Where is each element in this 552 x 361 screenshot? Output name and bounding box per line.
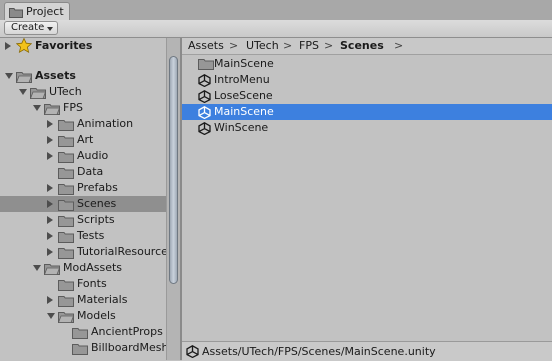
collapse-arrow-icon[interactable] [33, 105, 41, 111]
collapse-arrow-icon[interactable] [33, 265, 41, 271]
file-item-mainscene[interactable]: MainScene [182, 104, 552, 120]
tree-row-utech[interactable]: UTech [0, 84, 166, 100]
expand-arrow-icon[interactable] [5, 42, 11, 50]
status-bar: Assets/UTech/FPS/Scenes/MainScene.unity [182, 341, 552, 361]
unity-scene-icon [186, 345, 199, 361]
folder-icon [72, 343, 88, 358]
tree-label: TutorialResources [77, 245, 166, 258]
tree-row-tutorialresources[interactable]: TutorialResources [0, 244, 166, 260]
folder-icon [9, 7, 23, 21]
tree-row-materials[interactable]: Materials [0, 292, 166, 308]
folder-icon [198, 58, 214, 73]
tree-label: Scenes [77, 197, 117, 210]
tree-scrollbar[interactable] [166, 38, 180, 360]
tree-row-animation[interactable]: Animation [0, 116, 166, 132]
file-list[interactable]: MainScene IntroMenu LoseScene MainScene WinS… [182, 55, 552, 340]
breadcrumb-fps[interactable]: FPS [299, 39, 319, 52]
breadcrumb: Assets > UTech > FPS > Scenes > [182, 38, 552, 55]
tree-row-art[interactable]: Art [0, 132, 166, 148]
tree-label: Tests [77, 229, 105, 242]
breadcrumb-utech[interactable]: UTech [246, 39, 279, 52]
selected-asset-path: Assets/UTech/FPS/Scenes/MainScene.unity [202, 345, 436, 358]
breadcrumb-separator: > [229, 39, 239, 52]
create-button[interactable]: Create [4, 21, 58, 35]
tree-row-favorites[interactable]: Favorites [0, 38, 166, 54]
file-item-losescene[interactable]: LoseScene [182, 88, 552, 104]
tree-label: UTech [49, 85, 82, 98]
breadcrumb-separator: > [324, 39, 334, 52]
expand-arrow-icon[interactable] [47, 120, 53, 128]
breadcrumb-scenes[interactable]: Scenes [340, 39, 384, 52]
tree-label: Animation [77, 117, 134, 130]
unity-scene-icon [198, 122, 211, 138]
tab-label: Project [26, 5, 64, 18]
expand-arrow-icon[interactable] [47, 216, 53, 224]
collapse-arrow-icon[interactable] [47, 313, 55, 319]
tree-row-fonts[interactable]: Fonts [0, 276, 166, 292]
tree-row-data[interactable]: Data [0, 164, 166, 180]
tree-scrollbar-thumb[interactable] [169, 56, 178, 284]
chevron-down-icon [47, 27, 53, 31]
tab-project[interactable]: Project [4, 2, 70, 20]
file-name: WinScene [214, 121, 269, 134]
tree-row-prefabs[interactable]: Prefabs [0, 180, 166, 196]
expand-arrow-icon[interactable] [47, 248, 53, 256]
tree-label: FPS [63, 101, 83, 114]
tree-label: Assets [35, 69, 76, 82]
tree-row-scenes[interactable]: Scenes [0, 196, 166, 212]
tree-label: ModAssets [63, 261, 123, 274]
expand-arrow-icon[interactable] [47, 232, 53, 240]
tree-label: Data [77, 165, 104, 178]
file-name: LoseScene [214, 89, 273, 102]
toolbar: Create [0, 20, 552, 38]
tree-row-models[interactable]: Models [0, 308, 166, 324]
tree-label: Models [77, 309, 116, 322]
breadcrumb-assets[interactable]: Assets [188, 39, 224, 52]
file-item-mainscene[interactable]: MainScene [182, 56, 552, 72]
tree-label: Materials [77, 293, 128, 306]
collapse-arrow-icon[interactable] [19, 89, 27, 95]
expand-arrow-icon[interactable] [47, 184, 53, 192]
star-icon [15, 38, 33, 56]
expand-arrow-icon[interactable] [47, 296, 53, 304]
breadcrumb-separator: > [394, 39, 404, 52]
collapse-arrow-icon[interactable] [5, 73, 13, 79]
expand-arrow-icon[interactable] [47, 136, 53, 144]
tree-label: Audio [77, 149, 109, 162]
tree-label: BillboardMesh [91, 341, 166, 354]
tree-row-assets[interactable]: Assets [0, 68, 166, 84]
tab-strip: Project [0, 0, 552, 21]
tree-label: Prefabs [77, 181, 118, 194]
file-item-intromenu[interactable]: IntroMenu [182, 72, 552, 88]
file-name: MainScene [214, 105, 274, 118]
expand-arrow-icon[interactable] [47, 200, 53, 208]
tree-row-billboardmesh[interactable]: BillboardMesh [0, 340, 166, 356]
tree-label-favorites: Favorites [35, 39, 93, 52]
tree-label: Fonts [77, 277, 107, 290]
file-name: MainScene [214, 57, 274, 70]
tree-row-audio[interactable]: Audio [0, 148, 166, 164]
tree-label: Scripts [77, 213, 115, 226]
tree-row-ancientprops[interactable]: AncientProps [0, 324, 166, 340]
tree-row-modassets[interactable]: ModAssets [0, 260, 166, 276]
folder-tree[interactable]: Favorites Assets UTech FPS Animation Art Audi… [0, 38, 166, 360]
create-button-label: Create [11, 22, 45, 33]
tree-row-scripts[interactable]: Scripts [0, 212, 166, 228]
expand-arrow-icon[interactable] [47, 152, 53, 160]
file-name: IntroMenu [214, 73, 270, 86]
tree-label: Art [77, 133, 94, 146]
tree-label: AncientProps [91, 325, 163, 338]
tree-row-tests[interactable]: Tests [0, 228, 166, 244]
file-item-winscene[interactable]: WinScene [182, 120, 552, 136]
breadcrumb-separator: > [283, 39, 293, 52]
tree-row-fps[interactable]: FPS [0, 100, 166, 116]
